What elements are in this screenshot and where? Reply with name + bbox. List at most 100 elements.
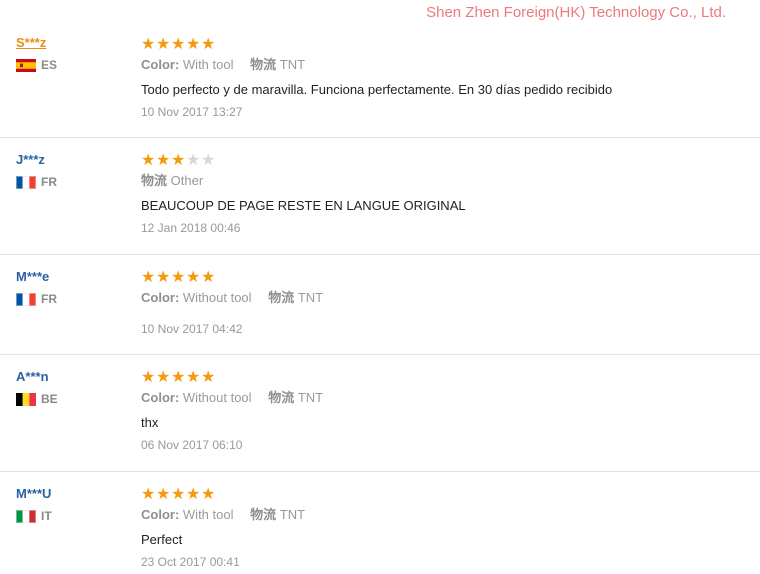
color-attribute-value: Without tool xyxy=(182,390,252,405)
italy-flag-icon xyxy=(16,509,36,523)
buyer-info: M***e FR xyxy=(16,269,57,306)
star-filled-icon: ★ xyxy=(141,484,156,503)
color-attribute-label: Color: xyxy=(141,390,180,405)
review-content: ★★★★★ Color: Without tool 物流 TNT 10 Nov … xyxy=(141,269,741,337)
review-content: ★★★★★ Color: With tool 物流 TNT Todo perfe… xyxy=(141,36,741,120)
color-attribute-label: Color: xyxy=(141,57,180,72)
country-code: FR xyxy=(41,292,57,306)
shipping-attribute-label: 物流 xyxy=(268,390,295,405)
review-item: M***U IT ★★★★★ Color: With tool 物流 TNT P… xyxy=(0,471,760,574)
shipping-attribute: 物流 TNT xyxy=(268,290,323,305)
review-item: A***n BE ★★★★★ Color: Without tool 物流 TN… xyxy=(0,354,760,472)
review-date: 12 Jan 2018 00:46 xyxy=(141,221,241,235)
review-item: S***z ES ★★★★★ Color: With tool 物流 TNT T… xyxy=(0,29,760,138)
shipping-attribute-label: 物流 xyxy=(141,173,168,188)
review-text: thx xyxy=(141,415,159,430)
buyer-name-link[interactable]: M***e xyxy=(16,269,57,285)
star-filled-icon: ★ xyxy=(156,484,171,503)
review-content: ★★★★★ Color: Without tool 物流 TNT thx 06 … xyxy=(141,369,741,453)
color-attribute: Color: With tool xyxy=(141,507,233,522)
star-empty-icon: ★ xyxy=(186,150,201,169)
order-attributes: Color: With tool 物流 TNT xyxy=(141,57,741,73)
shipping-attribute-value: Other xyxy=(170,173,204,188)
review-content: ★★★★★ 物流 Other BEAUCOUP DE PAGE RESTE EN… xyxy=(141,152,741,236)
order-attributes: 物流 Other xyxy=(141,173,741,189)
country-code: IT xyxy=(41,509,52,523)
star-filled-icon: ★ xyxy=(156,34,171,53)
review-date: 23 Oct 2017 00:41 xyxy=(141,555,240,569)
store-watermark: Shen Zhen Foreign(HK) Technology Co., Lt… xyxy=(426,4,726,21)
buyer-country: BE xyxy=(16,392,58,406)
review-item: M***e FR ★★★★★ Color: Without tool 物流 TN… xyxy=(0,254,760,355)
country-code: BE xyxy=(41,392,58,406)
buyer-name-link[interactable]: A***n xyxy=(16,369,58,385)
review-text: Perfect xyxy=(141,532,183,547)
shipping-attribute-value: TNT xyxy=(297,390,324,405)
star-filled-icon: ★ xyxy=(171,34,186,53)
star-filled-icon: ★ xyxy=(171,267,186,286)
buyer-name-link[interactable]: S***z xyxy=(16,35,57,51)
shipping-attribute-value: TNT xyxy=(297,290,324,305)
belgium-flag-icon xyxy=(16,392,36,406)
color-attribute-value: With tool xyxy=(182,57,234,72)
country-code: FR xyxy=(41,175,57,189)
star-filled-icon: ★ xyxy=(201,484,216,503)
star-filled-icon: ★ xyxy=(156,267,171,286)
review-date: 06 Nov 2017 06:10 xyxy=(141,438,243,452)
buyer-country: IT xyxy=(16,509,52,523)
buyer-country: ES xyxy=(16,58,57,72)
buyer-country: FR xyxy=(16,292,57,306)
star-filled-icon: ★ xyxy=(156,150,171,169)
review-date: 10 Nov 2017 04:42 xyxy=(141,322,243,336)
star-filled-icon: ★ xyxy=(141,267,156,286)
color-attribute: Color: Without tool xyxy=(141,290,252,305)
star-filled-icon: ★ xyxy=(201,34,216,53)
rating-stars: ★★★★★ xyxy=(141,486,741,502)
star-filled-icon: ★ xyxy=(171,150,186,169)
star-filled-icon: ★ xyxy=(156,367,171,386)
order-attributes: Color: With tool 物流 TNT xyxy=(141,507,741,523)
order-attributes: Color: Without tool 物流 TNT xyxy=(141,290,741,306)
color-attribute-label: Color: xyxy=(141,290,180,305)
rating-stars: ★★★★★ xyxy=(141,269,741,285)
star-filled-icon: ★ xyxy=(141,150,156,169)
color-attribute: Color: With tool xyxy=(141,57,233,72)
shipping-attribute: 物流 TNT xyxy=(250,507,305,522)
rating-stars: ★★★★★ xyxy=(141,369,741,385)
buyer-name-link[interactable]: J***z xyxy=(16,152,57,168)
star-filled-icon: ★ xyxy=(141,367,156,386)
france-flag-icon xyxy=(16,292,36,306)
spain-flag-icon xyxy=(16,58,36,72)
buyer-name-link[interactable]: M***U xyxy=(16,486,52,502)
color-attribute: Color: Without tool xyxy=(141,390,252,405)
country-code: ES xyxy=(41,58,58,72)
star-filled-icon: ★ xyxy=(141,34,156,53)
shipping-attribute-label: 物流 xyxy=(268,290,295,305)
rating-stars: ★★★★★ xyxy=(141,152,741,168)
star-filled-icon: ★ xyxy=(186,484,201,503)
buyer-info: J***z FR xyxy=(16,152,57,189)
rating-stars: ★★★★★ xyxy=(141,36,741,52)
shipping-attribute: 物流 TNT xyxy=(268,390,323,405)
review-text: BEAUCOUP DE PAGE RESTE EN LANGUE ORIGINA… xyxy=(141,198,466,213)
buyer-info: A***n BE xyxy=(16,369,58,406)
color-attribute-value: Without tool xyxy=(182,290,252,305)
star-empty-icon: ★ xyxy=(201,150,216,169)
france-flag-icon xyxy=(16,175,36,189)
star-filled-icon: ★ xyxy=(186,367,201,386)
buyer-info: M***U IT xyxy=(16,486,52,523)
star-filled-icon: ★ xyxy=(171,367,186,386)
shipping-attribute-value: TNT xyxy=(279,57,306,72)
star-filled-icon: ★ xyxy=(186,34,201,53)
review-date: 10 Nov 2017 13:27 xyxy=(141,105,243,119)
buyer-info: S***z ES xyxy=(16,35,57,72)
review-content: ★★★★★ Color: With tool 物流 TNT Perfect 23… xyxy=(141,486,741,570)
review-text: Todo perfecto y de maravilla. Funciona p… xyxy=(141,82,613,97)
shipping-attribute-value: TNT xyxy=(279,507,306,522)
color-attribute-value: With tool xyxy=(182,507,234,522)
star-filled-icon: ★ xyxy=(186,267,201,286)
review-item: J***z FR ★★★★★ 物流 Other BEAUCOUP DE PAGE… xyxy=(0,137,760,255)
star-filled-icon: ★ xyxy=(171,484,186,503)
shipping-attribute: 物流 Other xyxy=(141,173,203,188)
star-filled-icon: ★ xyxy=(201,267,216,286)
